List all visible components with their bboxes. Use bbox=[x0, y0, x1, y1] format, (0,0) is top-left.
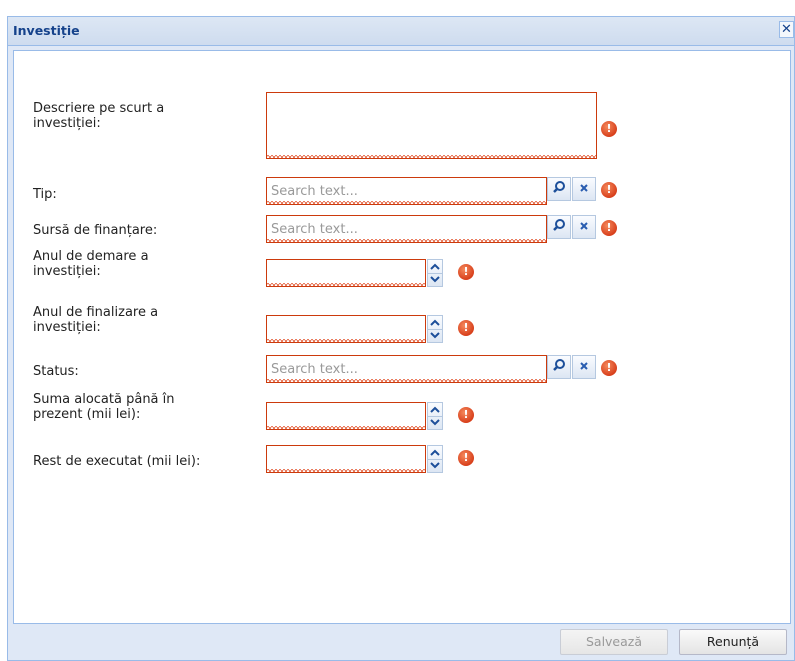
allocated-amount-spinner[interactable] bbox=[427, 402, 443, 430]
remaining-amount-input[interactable] bbox=[267, 446, 425, 472]
start-year-error-icon: ! bbox=[458, 264, 474, 280]
status-clear-button[interactable] bbox=[572, 355, 596, 379]
type-clear-button[interactable] bbox=[572, 177, 596, 201]
remaining-amount-error-icon: ! bbox=[458, 450, 474, 466]
end-year-input[interactable] bbox=[267, 316, 425, 342]
allocated-amount-field[interactable] bbox=[266, 402, 426, 430]
chevron-up-icon[interactable] bbox=[428, 403, 442, 417]
status-label: Status: bbox=[33, 364, 79, 379]
chevron-down-icon[interactable] bbox=[428, 416, 442, 429]
close-button[interactable]: ✕ bbox=[779, 21, 794, 38]
remaining-amount-spinner[interactable] bbox=[427, 445, 443, 473]
type-input[interactable] bbox=[267, 178, 546, 204]
chevron-down-icon[interactable] bbox=[428, 273, 442, 286]
chevron-down-icon[interactable] bbox=[428, 329, 442, 342]
start-year-field[interactable] bbox=[266, 259, 426, 287]
start-year-input[interactable] bbox=[267, 260, 425, 286]
type-error-icon: ! bbox=[601, 182, 617, 198]
end-year-error-icon: ! bbox=[458, 320, 474, 336]
start-year-spinner[interactable] bbox=[427, 259, 443, 287]
chevron-up-icon[interactable] bbox=[428, 316, 442, 330]
description-input[interactable] bbox=[267, 93, 596, 158]
chevron-up-icon[interactable] bbox=[428, 446, 442, 460]
type-label: Tip: bbox=[33, 187, 57, 202]
funding-source-error-icon: ! bbox=[601, 220, 617, 236]
allocated-amount-label: Suma alocată până în prezent (mii lei): bbox=[33, 392, 175, 422]
description-error-icon: ! bbox=[601, 121, 617, 137]
search-icon bbox=[552, 358, 566, 376]
funding-source-label: Sursă de finanțare: bbox=[33, 223, 158, 238]
status-input[interactable] bbox=[267, 356, 546, 382]
investment-dialog: Investiție ✕ Descriere pe scurt a invest… bbox=[7, 16, 795, 661]
end-year-field[interactable] bbox=[266, 315, 426, 343]
clear-icon bbox=[579, 360, 589, 375]
end-year-spinner[interactable] bbox=[427, 315, 443, 343]
remaining-amount-label: Rest de executat (mii lei): bbox=[33, 454, 201, 469]
status-field[interactable] bbox=[266, 355, 547, 383]
allocated-amount-input[interactable] bbox=[267, 403, 425, 429]
search-icon bbox=[552, 218, 566, 236]
allocated-amount-error-icon: ! bbox=[458, 407, 474, 423]
start-year-label: Anul de demare a investiției: bbox=[33, 249, 149, 279]
search-icon bbox=[552, 180, 566, 198]
cancel-button[interactable]: Renunță bbox=[679, 629, 787, 655]
save-button[interactable]: Salvează bbox=[560, 629, 668, 655]
funding-source-input[interactable] bbox=[267, 216, 546, 242]
form-panel: Descriere pe scurt a investiției: ! Tip:… bbox=[13, 50, 791, 624]
remaining-amount-field[interactable] bbox=[266, 445, 426, 473]
dialog-titlebar[interactable]: Investiție ✕ bbox=[8, 17, 794, 46]
funding-source-clear-button[interactable] bbox=[572, 215, 596, 239]
chevron-down-icon[interactable] bbox=[428, 459, 442, 472]
status-error-icon: ! bbox=[601, 360, 617, 376]
clear-icon bbox=[579, 220, 589, 235]
end-year-label: Anul de finalizare a investiției: bbox=[33, 305, 159, 335]
dialog-footer: Salvează Renunță bbox=[8, 624, 794, 660]
type-field[interactable] bbox=[266, 177, 547, 205]
description-label: Descriere pe scurt a investiției: bbox=[33, 101, 165, 131]
clear-icon bbox=[579, 182, 589, 197]
funding-source-search-button[interactable] bbox=[547, 215, 571, 239]
status-search-button[interactable] bbox=[547, 355, 571, 379]
description-field[interactable] bbox=[266, 92, 597, 159]
dialog-title: Investiție bbox=[13, 23, 80, 38]
funding-source-field[interactable] bbox=[266, 215, 547, 243]
type-search-button[interactable] bbox=[547, 177, 571, 201]
chevron-up-icon[interactable] bbox=[428, 260, 442, 274]
